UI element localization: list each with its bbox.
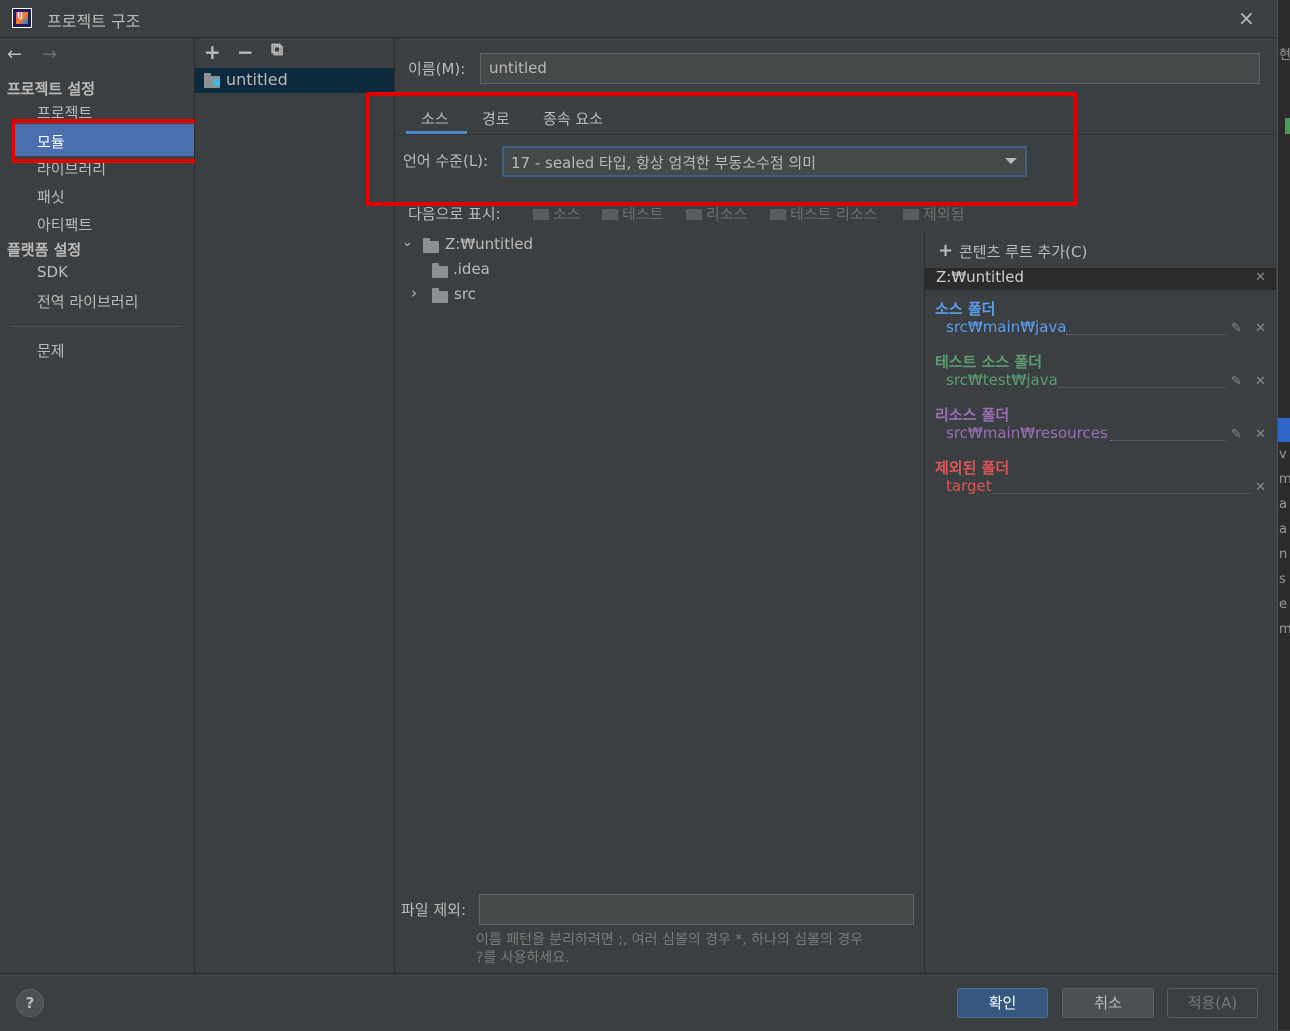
help-button[interactable]: ? — [16, 989, 44, 1017]
background-text: n — [1279, 547, 1288, 562]
ok-button[interactable]: 확인 — [957, 988, 1048, 1018]
mark-as-sources[interactable]: 소스 — [533, 203, 581, 224]
project-settings-header: 프로젝트 설정 — [7, 80, 96, 98]
remove-root-icon[interactable]: ✕ — [1255, 270, 1266, 285]
chevron-right-icon[interactable]: › — [411, 284, 417, 302]
mark-as-excluded[interactable]: 제외됨 — [903, 203, 964, 224]
test-sources-folder-label: 테스트 소스 폴더 — [935, 353, 1043, 371]
excluded-folder-label: 제외된 폴더 — [935, 459, 1010, 477]
folder-icon — [602, 209, 618, 220]
mark-as-resources-label: 리소스 — [706, 205, 748, 223]
resources-folder-path: src₩main₩resources — [946, 424, 1108, 442]
highlight-box-language-level — [366, 92, 1077, 206]
name-label: 이름(M): — [408, 60, 466, 78]
background-marker — [1285, 118, 1290, 134]
intellij-app-icon — [12, 8, 32, 28]
nav-item-artifacts[interactable]: 아티팩트 — [37, 214, 92, 235]
file-tree — [395, 232, 925, 892]
mark-as-test-resources[interactable]: 테스트 리소스 — [770, 203, 878, 224]
background-selection — [1278, 418, 1290, 442]
remove-icon[interactable]: ✕ — [1255, 427, 1266, 442]
remove-icon[interactable]: ✕ — [1255, 480, 1266, 495]
background-text: 현 — [1279, 48, 1290, 63]
excluded-folder-path: target — [946, 477, 992, 495]
mark-as-tests-label: 테스트 — [622, 205, 664, 223]
add-content-root-button[interactable]: 콘텐츠 루트 추가(C) — [959, 241, 1087, 262]
mark-as-test-resources-label: 테스트 리소스 — [790, 205, 878, 223]
mark-as-sources-label: 소스 — [553, 205, 581, 223]
folder-icon — [423, 238, 439, 257]
chevron-down-icon[interactable]: ⌄ — [402, 235, 413, 250]
module-list-pane — [195, 38, 395, 973]
mark-as-tests[interactable]: 테스트 — [602, 203, 663, 224]
mark-as-excluded-label: 제외됨 — [923, 205, 965, 223]
folder-icon — [903, 209, 919, 220]
folder-icon — [432, 263, 448, 282]
folder-icon — [432, 288, 448, 307]
edit-pencil-icon[interactable]: ✎ — [1231, 427, 1242, 442]
platform-settings-header: 플랫폼 설정 — [7, 241, 82, 259]
remove-icon[interactable]: − — [237, 40, 254, 64]
exclude-hint-line2: ?를 사용하세요. — [476, 950, 570, 966]
mark-as-resources[interactable]: 리소스 — [686, 203, 747, 224]
remove-icon[interactable]: ✕ — [1255, 374, 1266, 389]
close-button[interactable]: × — [1238, 6, 1255, 30]
dotted-leader — [993, 492, 1250, 494]
sources-folder-label: 소스 폴더 — [935, 300, 996, 318]
exclude-files-label: 파일 제외: — [401, 901, 467, 919]
folder-icon — [686, 209, 702, 220]
background-text: m — [1279, 622, 1290, 637]
nav-item-global-libraries[interactable]: 전역 라이브러리 — [37, 291, 138, 312]
add-icon[interactable]: + — [938, 240, 953, 261]
tree-root[interactable]: Z:₩untitled — [445, 235, 533, 253]
module-name[interactable]: untitled — [226, 70, 288, 89]
folder-icon — [770, 209, 786, 220]
background-text: m — [1279, 472, 1290, 487]
module-name-field[interactable]: untitled — [480, 53, 1260, 84]
background-text: v — [1279, 447, 1287, 462]
background-text: a — [1279, 522, 1287, 537]
nav-item-sdk[interactable]: SDK — [37, 263, 68, 281]
nav-separator — [10, 326, 182, 327]
apply-button[interactable]: 적용(A) — [1167, 988, 1258, 1018]
tree-divider — [924, 232, 925, 973]
test-sources-folder-path: src₩test₩java — [946, 371, 1058, 389]
background-window-strip: 현 v m a a n s e m — [1277, 0, 1290, 1030]
resources-folder-label: 리소스 폴더 — [935, 406, 1010, 424]
copy-icon[interactable]: ⧉ — [271, 40, 283, 60]
folder-icon — [533, 209, 549, 220]
edit-pencil-icon[interactable]: ✎ — [1231, 374, 1242, 389]
background-text: a — [1279, 497, 1287, 512]
nav-item-problems[interactable]: 문제 — [37, 340, 65, 361]
back-arrow-icon[interactable]: ← — [7, 44, 22, 65]
exclude-hint-line1: 이름 패턴을 분리하려면 ;, 여러 심볼의 경우 *, 하나의 심볼의 경우 — [476, 932, 864, 948]
dotted-leader — [1066, 333, 1226, 335]
nav-item-facets[interactable]: 패싯 — [37, 186, 65, 207]
forward-arrow-icon[interactable]: → — [42, 44, 57, 65]
tree-item-idea[interactable]: .idea — [453, 260, 490, 278]
background-text: e — [1279, 597, 1287, 612]
content-root-path: Z:₩untitled — [936, 268, 1025, 286]
highlight-box-modules — [11, 119, 204, 163]
exclude-files-field[interactable] — [479, 894, 914, 925]
dotted-leader — [1058, 386, 1226, 388]
background-text: s — [1279, 572, 1286, 587]
sources-folder-path: src₩main₩java — [946, 318, 1067, 336]
add-icon[interactable]: + — [204, 40, 221, 64]
tree-item-src[interactable]: src — [454, 285, 476, 303]
mark-as-label: 다음으로 표시: — [408, 205, 501, 223]
title-bar — [0, 0, 1277, 38]
window-title: 프로젝트 구조 — [47, 12, 141, 31]
dotted-leader — [1110, 439, 1226, 441]
edit-pencil-icon[interactable]: ✎ — [1231, 321, 1242, 336]
remove-icon[interactable]: ✕ — [1255, 321, 1266, 336]
module-folder-icon — [204, 73, 220, 92]
cancel-button[interactable]: 취소 — [1062, 988, 1154, 1018]
module-row[interactable] — [195, 68, 394, 93]
